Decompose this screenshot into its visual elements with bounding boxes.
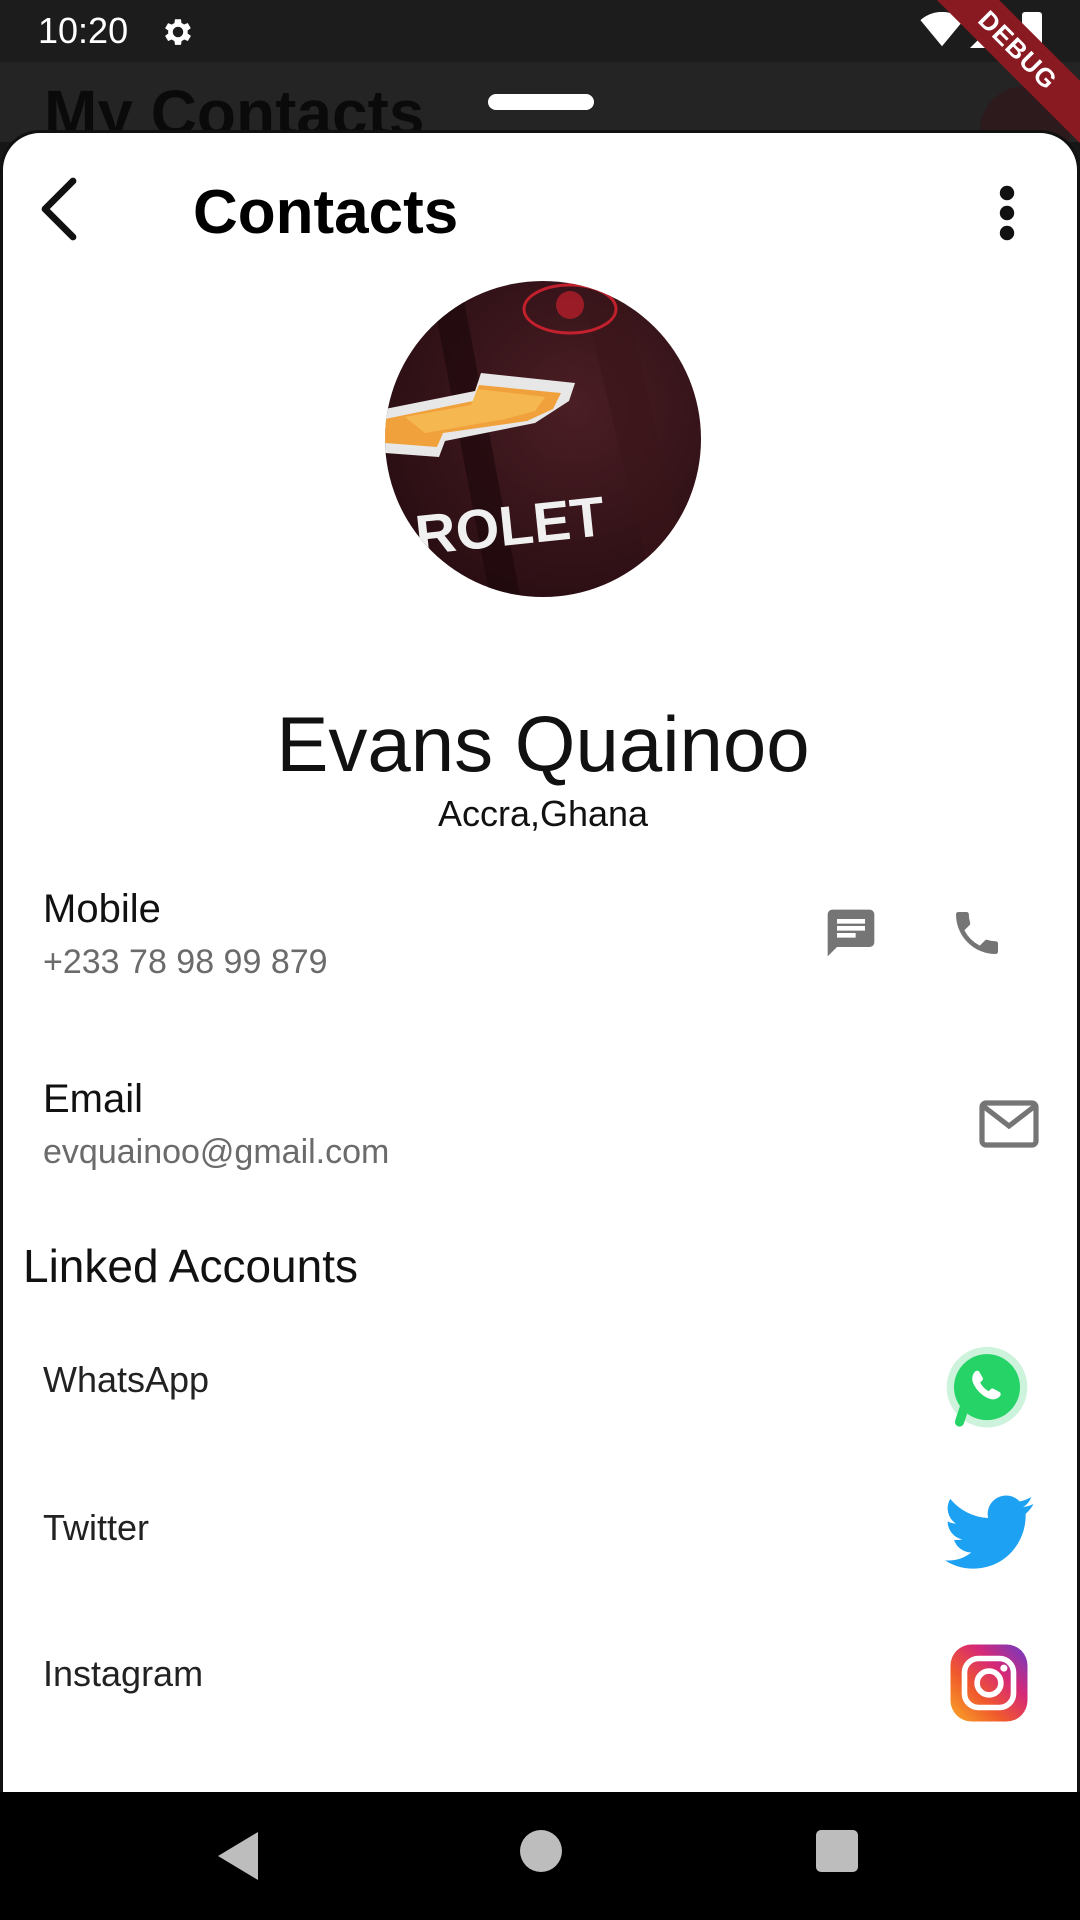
contact-detail-sheet: Contacts ROLET Evans Quainoo Accra,Ghana… bbox=[0, 130, 1080, 1792]
nav-back-icon[interactable] bbox=[214, 1828, 262, 1884]
nav-recents-icon[interactable] bbox=[816, 1830, 858, 1872]
status-bar: 10:20 bbox=[0, 0, 1080, 62]
email-label: Email bbox=[43, 1077, 144, 1121]
mail-icon[interactable] bbox=[979, 1099, 1039, 1149]
nav-home-icon[interactable] bbox=[520, 1830, 562, 1872]
more-options-icon[interactable] bbox=[997, 183, 1017, 243]
mobile-value[interactable]: +233 78 98 99 879 bbox=[43, 943, 328, 982]
whatsapp-icon[interactable] bbox=[943, 1345, 1031, 1433]
system-nav-bar bbox=[0, 1792, 1080, 1920]
contact-name: Evans Quainoo bbox=[276, 700, 810, 788]
linked-accounts-title: Linked Accounts bbox=[23, 1240, 359, 1292]
status-time: 10:20 bbox=[38, 10, 129, 51]
linked-account-label: WhatsApp bbox=[43, 1359, 210, 1400]
contact-location: Accra,Ghana bbox=[437, 793, 649, 834]
sheet-drag-handle[interactable] bbox=[488, 94, 594, 110]
contact-avatar: ROLET bbox=[385, 281, 701, 597]
instagram-icon[interactable] bbox=[947, 1641, 1031, 1725]
message-icon[interactable] bbox=[823, 905, 879, 961]
phone-icon[interactable] bbox=[949, 905, 1005, 961]
mobile-label: Mobile bbox=[43, 887, 161, 931]
email-value[interactable]: evquainoo@gmail.com bbox=[43, 1133, 389, 1172]
linked-account-label: Instagram bbox=[43, 1653, 204, 1694]
page-title: Contacts bbox=[193, 178, 459, 247]
settings-gear-icon bbox=[165, 19, 191, 45]
twitter-icon[interactable] bbox=[945, 1495, 1035, 1571]
back-arrow-icon[interactable] bbox=[37, 177, 85, 241]
linked-account-label: Twitter bbox=[43, 1507, 150, 1548]
